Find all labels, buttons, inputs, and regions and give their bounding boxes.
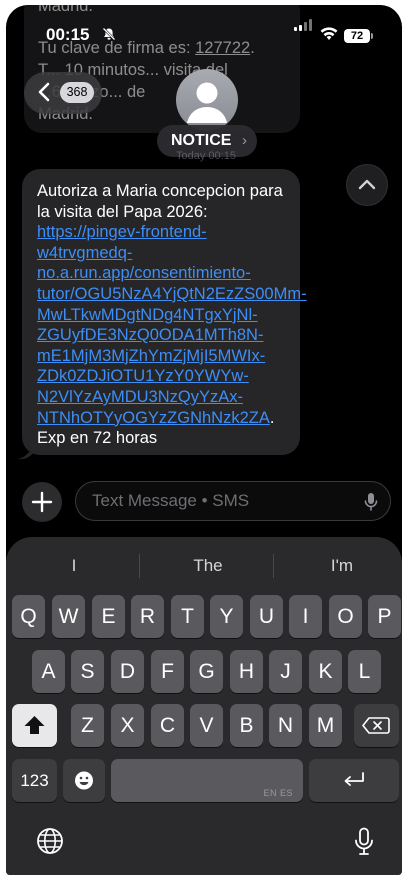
keyboard-language-label: EN ES <box>263 788 293 798</box>
scroll-to-top-button[interactable] <box>346 164 388 206</box>
chevron-right-icon: › <box>242 132 247 149</box>
key-x[interactable]: X <box>111 704 144 747</box>
shift-arrow-icon <box>24 716 45 734</box>
message-date-label: Today 00:15 <box>176 150 236 162</box>
bubble-tail <box>18 441 36 460</box>
messages-screen: Madrid. Tu clave de firma es: 127722. T.… <box>6 5 402 875</box>
delete-key[interactable] <box>354 704 399 747</box>
key-u[interactable]: U <box>250 595 283 638</box>
message-expiry-text: Exp en 72 horas <box>37 429 158 448</box>
emoji-icon <box>75 771 93 790</box>
contact-name: NOTICE <box>171 132 232 149</box>
message-compose-field[interactable] <box>75 481 391 521</box>
key-m[interactable]: M <box>309 704 342 747</box>
key-g[interactable]: G <box>190 650 223 693</box>
message-input[interactable] <box>92 482 352 520</box>
backspace-icon <box>362 717 390 734</box>
key-a[interactable]: A <box>32 650 65 693</box>
chevron-up-icon <box>358 179 376 190</box>
numbers-key[interactable]: 123 <box>12 759 57 802</box>
key-p[interactable]: P <box>368 595 401 638</box>
key-e[interactable]: E <box>92 595 125 638</box>
key-d[interactable]: D <box>111 650 144 693</box>
key-v[interactable]: V <box>190 704 223 747</box>
space-key[interactable]: EN ES <box>111 759 303 802</box>
unread-count-badge: 368 <box>60 82 94 103</box>
message-intro-text: Autoriza a Maria concepcion para la visi… <box>37 182 283 221</box>
key-n[interactable]: N <box>269 704 302 747</box>
key-k[interactable]: K <box>309 650 342 693</box>
suggestion-2[interactable]: The <box>156 553 260 579</box>
key-h[interactable]: H <box>230 650 263 693</box>
incoming-message-bubble[interactable]: Autoriza a Maria concepcion para la visi… <box>22 169 307 455</box>
add-attachment-button[interactable] <box>22 482 62 522</box>
key-y[interactable]: Y <box>210 595 243 638</box>
wifi-icon <box>320 27 338 40</box>
key-w[interactable]: W <box>52 595 85 638</box>
key-l[interactable]: L <box>348 650 381 693</box>
back-button[interactable]: 368 <box>24 72 102 114</box>
person-icon <box>187 82 227 123</box>
suggestion-1[interactable]: I <box>26 553 122 579</box>
contact-avatar[interactable] <box>176 69 238 131</box>
key-r[interactable]: R <box>131 595 164 638</box>
key-z[interactable]: Z <box>71 704 104 747</box>
emoji-key[interactable] <box>63 759 105 802</box>
dictation-mic-icon[interactable] <box>364 492 378 512</box>
status-time: 00:15 <box>46 25 90 44</box>
message-link[interactable]: https://pingev-frontend-w4trvgmedq-no.a.… <box>37 223 307 426</box>
key-i[interactable]: I <box>289 595 322 638</box>
shift-key[interactable] <box>12 704 57 747</box>
battery-tip <box>371 33 373 39</box>
suggestion-divider <box>273 554 274 578</box>
silent-bell-icon <box>102 27 116 41</box>
status-bar: 00:15 72 <box>6 5 402 49</box>
key-s[interactable]: S <box>71 650 104 693</box>
chevron-left-icon <box>38 82 50 102</box>
suggestion-divider <box>139 554 140 578</box>
key-f[interactable]: F <box>151 650 184 693</box>
key-o[interactable]: O <box>329 595 362 638</box>
key-t[interactable]: T <box>171 595 204 638</box>
battery-indicator: 72 <box>344 29 370 43</box>
key-b[interactable]: B <box>230 704 263 747</box>
suggestion-3[interactable]: I'm <box>290 553 394 579</box>
key-j[interactable]: J <box>269 650 302 693</box>
return-arrow-icon <box>344 772 364 786</box>
microphone-icon[interactable] <box>354 827 374 857</box>
return-key[interactable] <box>309 759 399 802</box>
key-c[interactable]: C <box>151 704 184 747</box>
keyboard: I The I'm Q W E R T Y U I O P A S D F G … <box>6 537 402 875</box>
plus-icon <box>31 491 53 513</box>
globe-icon[interactable] <box>36 827 64 855</box>
key-q[interactable]: Q <box>12 595 45 638</box>
